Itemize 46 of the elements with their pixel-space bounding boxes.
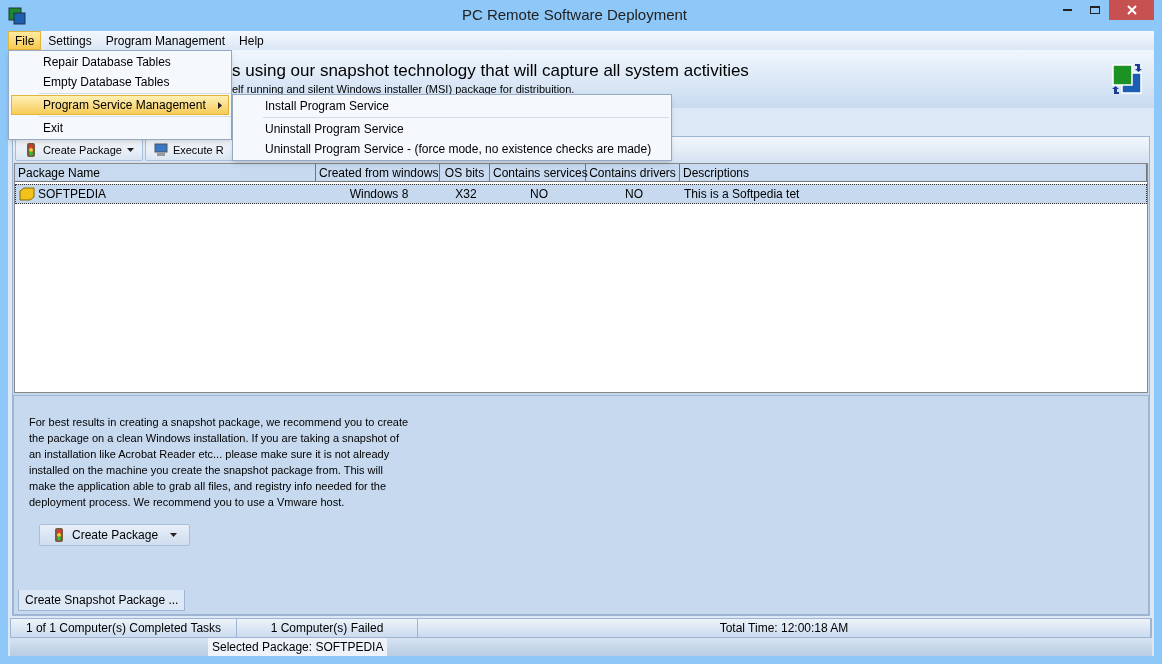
table-cell-text: NO (529, 186, 549, 203)
menu-item[interactable]: Help (232, 31, 271, 50)
app-icon (8, 6, 26, 25)
caret-icon (170, 533, 178, 537)
traffic-light-icon (52, 527, 66, 543)
column-header[interactable]: Package Name (15, 164, 316, 181)
column-header[interactable]: Descriptions (680, 164, 1147, 181)
toolbar-button[interactable]: Execute R (144, 139, 233, 161)
table-row[interactable]: SOFTPEDIA Windows 8 X32 NO NO This is a Softpedia tet (15, 184, 1147, 204)
caret-icon (126, 148, 134, 152)
menu-item[interactable]: Exit (11, 118, 229, 138)
menu-item[interactable]: File (8, 31, 42, 50)
menu-item[interactable]: Program Management (98, 31, 233, 50)
info-paragraph: For best results in creating a snapshot package, we recommend you to create the package on a clean Windows installation. If you are taking a snapshot of an installation like Acrobat Reader etc... please make sure it is not already installed on the machine you create the snapshot package from. This will make the application able to grab all files, and registry info needed for the deployment process. We recommend you to use a Vmware host. (29, 415, 409, 510)
column-header[interactable]: Created from windows (316, 164, 440, 181)
status-panel: 1 Computer(s) Failed (237, 619, 418, 637)
menu-item[interactable]: Settings (41, 31, 99, 50)
tab[interactable]: Create Snapshot Package ... (18, 590, 186, 611)
status-panel: Selected Package: SOFTPEDIA (208, 638, 388, 656)
menu-item[interactable]: Empty Database Tables (11, 72, 229, 92)
menu-item[interactable]: Uninstall Program Service (233, 119, 671, 139)
table-cell-text: X32 (454, 186, 478, 203)
menu-item[interactable]: Program Service Management (11, 95, 229, 115)
close-icon (1126, 5, 1137, 15)
table-cell-text: Windows 8 (348, 186, 410, 203)
table-cell-text: SOFTPEDIA (38, 186, 106, 203)
window-title: PC Remote Software Deployment (461, 5, 688, 26)
column-header[interactable]: OS bits (440, 164, 490, 181)
banner-heading: s using our snapshot technology that will capture all system activities (232, 60, 750, 81)
traffic-light-icon (24, 142, 38, 158)
menu-item[interactable]: Uninstall Program Service - (force mode, no existence checks are made) (233, 139, 671, 159)
column-header[interactable]: Contains services (490, 164, 586, 181)
status-panel: 1 of 1 Computer(s) Completed Tasks (11, 619, 237, 637)
computer-icon (153, 143, 168, 157)
create-package-button[interactable]: Create Package (39, 524, 191, 546)
banner-subheading: elf running and silent Windows installer (MSI) package for distribuition. (232, 81, 576, 97)
close-button[interactable] (1109, 0, 1154, 20)
transfer-icon (1110, 62, 1144, 96)
menu-item[interactable]: Repair Database Tables (11, 52, 229, 72)
table-cell-text: NO (624, 186, 644, 203)
menu-item[interactable]: Install Program Service (233, 96, 671, 116)
toolbar-button[interactable]: Create Package (15, 139, 143, 161)
package-icon (19, 187, 35, 201)
status-panel: Total Time: 12:00:18 AM (418, 619, 1151, 637)
table-cell-text: This is a Softpedia tet (684, 186, 800, 203)
submenu-arrow-icon (218, 101, 222, 109)
